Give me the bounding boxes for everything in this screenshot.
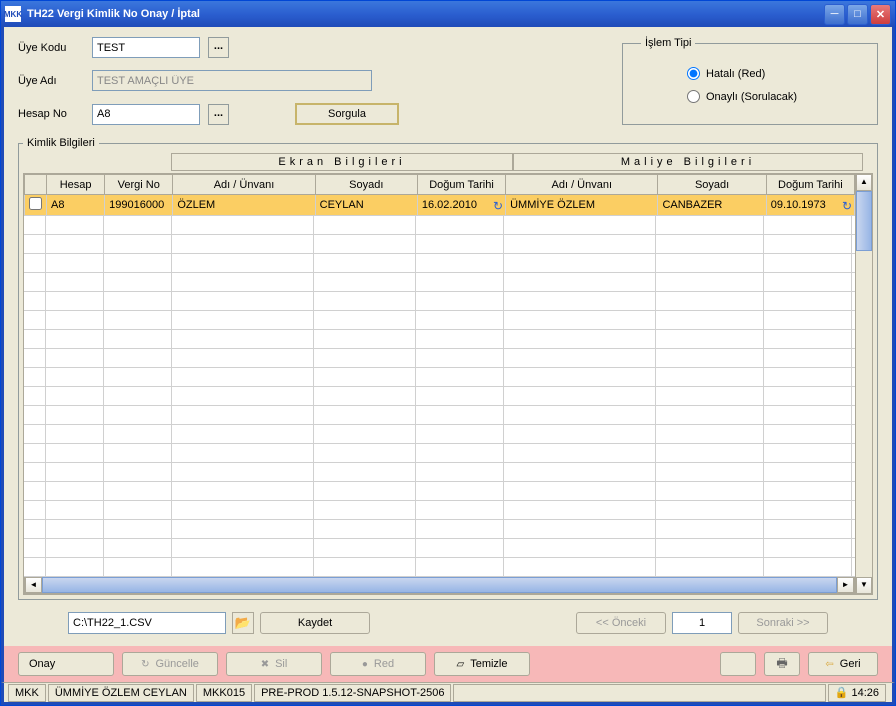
- col-hesap[interactable]: Hesap: [47, 175, 105, 195]
- red-button[interactable]: ●Red: [330, 652, 426, 676]
- col-soyadi[interactable]: Soyadı: [315, 175, 417, 195]
- scroll-up-button[interactable]: ▲: [856, 174, 872, 191]
- lock-icon: 🔒: [835, 686, 849, 699]
- cell-dogum: 16.02.2010: [422, 199, 477, 211]
- minimize-button[interactable]: ─: [824, 4, 845, 25]
- hatali-radio[interactable]: [687, 67, 700, 80]
- cell-vergi-no: 199016000: [105, 195, 173, 216]
- hesap-no-lookup-button[interactable]: ...: [208, 104, 229, 125]
- col-m-soyadi[interactable]: Soyadı: [658, 175, 766, 195]
- action-toolbar: Onay ↻Güncelle ✖Sil ●Red ▱Temizle 🖶 ⇦Ger…: [1, 646, 895, 682]
- col-m-dogum-tarihi[interactable]: Doğum Tarihi: [766, 175, 854, 195]
- arrow-left-icon: ⇦: [825, 659, 833, 670]
- empty-grid-area: [24, 216, 855, 577]
- titlebar: MKK TH22 Vergi Kimlik No Onay / İptal ─ …: [1, 1, 895, 27]
- hatali-label: Hatalı (Red): [706, 68, 765, 80]
- sil-button[interactable]: ✖Sil: [226, 652, 322, 676]
- cell-soyadi: CEYLAN: [315, 195, 417, 216]
- onayli-radio[interactable]: [687, 90, 700, 103]
- status-spacer: [453, 684, 825, 702]
- window: MKK TH22 Vergi Kimlik No Onay / İptal ─ …: [0, 0, 896, 706]
- refresh-icon[interactable]: ↻: [842, 199, 852, 213]
- islem-tipi-group: İşlem Tipi Hatalı (Red) Onaylı (Sorulaca…: [622, 37, 878, 125]
- table-row[interactable]: A8 199016000 ÖZLEM CEYLAN 16.02.2010 ↻ Ü…: [25, 195, 855, 216]
- onceki-button[interactable]: << Önceki: [576, 612, 666, 634]
- hscroll-thumb[interactable]: [42, 577, 837, 593]
- status-user: ÜMMİYE ÖZLEM CEYLAN: [48, 684, 194, 702]
- islem-tipi-legend: İşlem Tipi: [641, 37, 695, 49]
- circle-icon: ●: [362, 659, 368, 670]
- scroll-left-button[interactable]: ◄: [25, 577, 42, 593]
- onayli-label: Onaylı (Sorulacak): [706, 91, 797, 103]
- maximize-button[interactable]: □: [847, 4, 868, 25]
- uye-kodu-lookup-button[interactable]: ...: [208, 37, 229, 58]
- geri-button[interactable]: ⇦Geri: [808, 652, 878, 676]
- cell-m-dogum: 09.10.1973: [771, 199, 826, 211]
- kimlik-bilgileri-group: Kimlik Bilgileri Ekran Bilgileri Maliye …: [18, 137, 878, 600]
- app-icon: MKK: [5, 6, 21, 22]
- delete-icon: ✖: [261, 659, 269, 670]
- temizle-button[interactable]: ▱Temizle: [434, 652, 530, 676]
- col-checkbox: [25, 175, 47, 195]
- kaydet-button[interactable]: Kaydet: [260, 612, 370, 634]
- hesap-no-label: Hesap No: [18, 108, 84, 120]
- col-dogum-tarihi[interactable]: Doğum Tarihi: [417, 175, 505, 195]
- status-code: MKK015: [196, 684, 252, 702]
- sonraki-button[interactable]: Sonraki >>: [738, 612, 828, 634]
- data-table[interactable]: Hesap Vergi No Adı / Ünvanı Soyadı Doğum…: [23, 173, 856, 595]
- col-vergi-no[interactable]: Vergi No: [105, 175, 173, 195]
- kimlik-legend: Kimlik Bilgileri: [23, 137, 99, 149]
- close-button[interactable]: ✕: [870, 4, 891, 25]
- scroll-down-button[interactable]: ▼: [856, 577, 872, 594]
- hesap-no-input[interactable]: [92, 104, 200, 125]
- maliye-bilgileri-header: Maliye Bilgileri: [513, 153, 863, 171]
- cell-hesap: A8: [47, 195, 105, 216]
- file-path-display: C:\TH22_1.CSV: [68, 612, 226, 634]
- ekran-bilgileri-header: Ekran Bilgileri: [171, 153, 513, 171]
- onay-button[interactable]: Onay: [18, 652, 114, 676]
- cell-m-adi: ÜMMİYE ÖZLEM: [506, 195, 658, 216]
- vertical-scrollbar[interactable]: ▲ ▼: [856, 173, 873, 595]
- eraser-icon: ▱: [457, 659, 465, 670]
- sorgula-button[interactable]: Sorgula: [295, 103, 399, 125]
- row-checkbox[interactable]: [29, 197, 42, 210]
- refresh-icon[interactable]: ↻: [493, 199, 503, 213]
- printer-icon: 🖶: [776, 654, 787, 675]
- uye-adi-label: Üye Adı: [18, 75, 84, 87]
- col-adi-unvani[interactable]: Adı / Ünvanı: [173, 175, 315, 195]
- status-version: PRE-PROD 1.5.12-SNAPSHOT-2506: [254, 684, 451, 702]
- folder-icon: 📂: [235, 615, 251, 631]
- scroll-right-button[interactable]: ►: [837, 577, 854, 593]
- browse-button[interactable]: 📂: [232, 612, 254, 634]
- status-app: MKK: [8, 684, 46, 702]
- blank-button[interactable]: [720, 652, 756, 676]
- cell-m-soyadi: CANBAZER: [658, 195, 766, 216]
- guncelle-button[interactable]: ↻Güncelle: [122, 652, 218, 676]
- col-m-adi-unvani[interactable]: Adı / Ünvanı: [506, 175, 658, 195]
- cell-adi: ÖZLEM: [173, 195, 315, 216]
- refresh-icon: ↻: [141, 659, 149, 670]
- print-button[interactable]: 🖶: [764, 652, 800, 676]
- status-bar: MKK ÜMMİYE ÖZLEM CEYLAN MKK015 PRE-PROD …: [1, 682, 895, 705]
- uye-kodu-input[interactable]: [92, 37, 200, 58]
- status-time: 🔒 14:26: [828, 684, 886, 702]
- vscroll-thumb[interactable]: [856, 191, 872, 251]
- uye-kodu-label: Üye Kodu: [18, 42, 84, 54]
- window-title: TH22 Vergi Kimlik No Onay / İptal: [27, 8, 824, 20]
- uye-adi-input: [92, 70, 372, 91]
- horizontal-scrollbar[interactable]: ◄ ►: [24, 577, 855, 594]
- page-number-input[interactable]: [672, 612, 732, 634]
